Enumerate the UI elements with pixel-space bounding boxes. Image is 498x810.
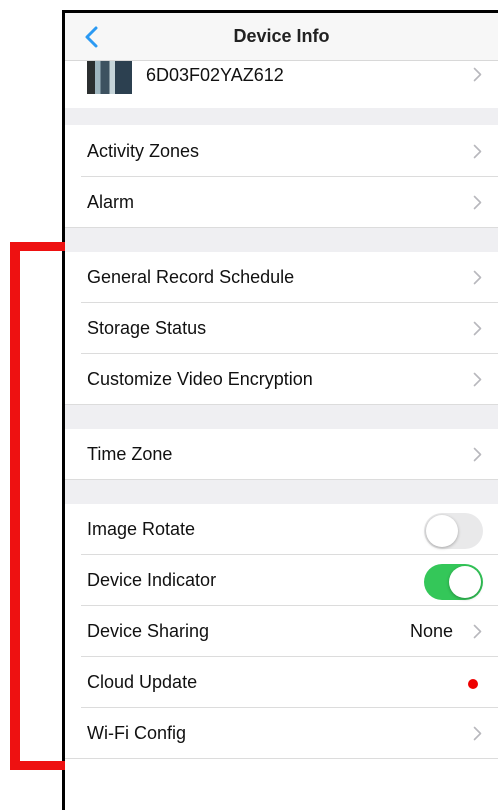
row-label: Device Indicator xyxy=(87,570,217,590)
row-label: Storage Status xyxy=(87,318,207,338)
navigation-bar: Device Info xyxy=(65,13,498,61)
row-device-indicator: Device Indicator xyxy=(65,555,498,606)
row-label: Cloud Update xyxy=(87,672,198,692)
group-spacer xyxy=(65,108,498,125)
row-storage-status[interactable]: Storage Status xyxy=(65,303,498,354)
chevron-right-icon xyxy=(473,321,482,336)
device-info-screen: Device Info 6D03F02YAZ612 Activity Zones… xyxy=(65,13,498,810)
row-label: Activity Zones xyxy=(87,141,200,161)
page-title: Device Info xyxy=(233,26,330,46)
chevron-right-icon xyxy=(473,447,482,462)
device-row[interactable]: 6D03F02YAZ612 xyxy=(65,61,498,108)
toggle-knob xyxy=(449,566,481,598)
row-activity-zones[interactable]: Activity Zones xyxy=(65,126,498,177)
toggle-knob xyxy=(426,515,458,547)
chevron-right-icon xyxy=(473,67,482,82)
device-sharing-value: None xyxy=(409,621,453,641)
row-separator xyxy=(65,758,498,759)
row-label: General Record Schedule xyxy=(87,267,295,287)
row-time-zone[interactable]: Time Zone xyxy=(65,429,498,480)
group-spacer xyxy=(65,405,498,429)
chevron-right-icon xyxy=(473,270,482,285)
device-indicator-toggle[interactable] xyxy=(424,564,483,600)
device-id: 6D03F02YAZ612 xyxy=(146,65,284,85)
row-general-record-schedule[interactable]: General Record Schedule xyxy=(65,252,498,303)
device-thumbnail xyxy=(87,61,132,94)
row-cloud-update[interactable]: Cloud Update xyxy=(65,657,498,708)
annotation-bracket-vertical xyxy=(10,242,20,770)
group-spacer xyxy=(65,228,498,252)
row-label: Wi-Fi Config xyxy=(87,723,187,743)
group-spacer xyxy=(65,480,498,504)
row-wifi-config[interactable]: Wi-Fi Config xyxy=(65,708,498,759)
row-device-sharing[interactable]: Device Sharing None xyxy=(65,606,498,657)
row-label: Time Zone xyxy=(87,444,173,464)
update-badge-dot xyxy=(468,679,478,689)
chevron-right-icon xyxy=(473,372,482,387)
row-label: Alarm xyxy=(87,192,135,212)
row-alarm[interactable]: Alarm xyxy=(65,177,498,228)
chevron-right-icon xyxy=(473,624,482,639)
chevron-right-icon xyxy=(473,726,482,741)
row-customize-video-encryption[interactable]: Customize Video Encryption xyxy=(65,354,498,405)
row-label: Customize Video Encryption xyxy=(87,369,313,389)
chevron-right-icon xyxy=(473,195,482,210)
row-image-rotate: Image Rotate xyxy=(65,504,498,555)
row-label: Device Sharing xyxy=(87,621,210,641)
image-rotate-toggle[interactable] xyxy=(424,513,483,549)
row-label: Image Rotate xyxy=(87,519,196,539)
chevron-right-icon xyxy=(473,144,482,159)
